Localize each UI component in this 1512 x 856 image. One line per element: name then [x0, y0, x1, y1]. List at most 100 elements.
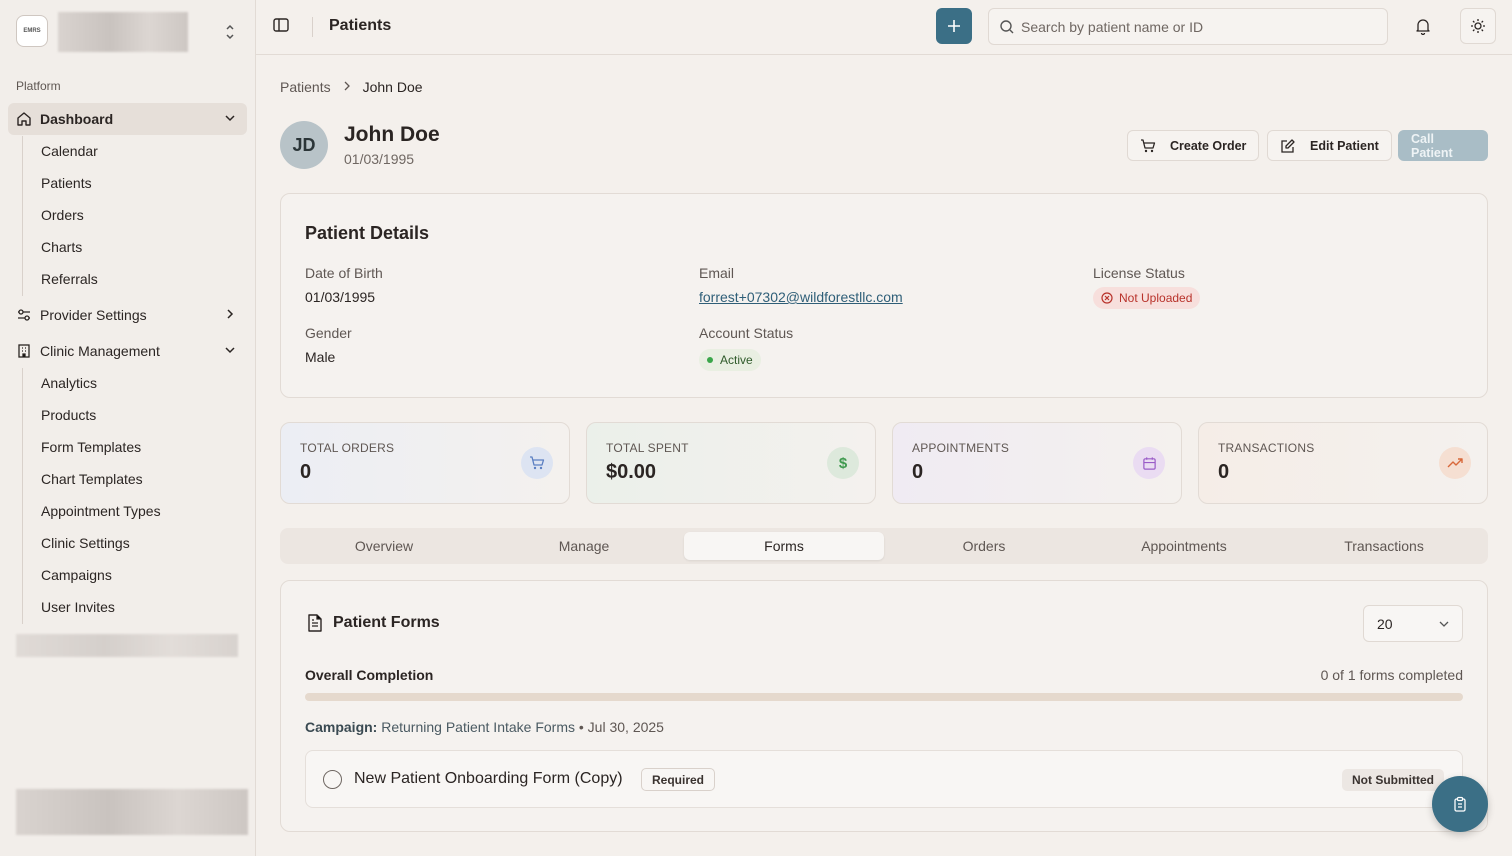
patient-details-title: Patient Details [305, 223, 430, 243]
search-icon [1000, 20, 1014, 34]
stat-value: $0.00 [606, 461, 657, 483]
sidebar-toggle-icon[interactable] [272, 16, 292, 36]
chevron-down-icon [1439, 621, 1449, 627]
completion-label: Overall Completion [305, 667, 434, 683]
call-patient-button[interactable]: Call Patient [1398, 130, 1488, 161]
dob-value: 01/03/1995 [305, 289, 376, 305]
required-badge: Required [641, 768, 716, 791]
dollar-icon: $ [827, 447, 859, 479]
account-status-badge: Active [699, 349, 761, 371]
license-status-text: Not Uploaded [1119, 291, 1193, 305]
stat-label: TRANSACTIONS [1218, 441, 1315, 455]
breadcrumb-patients-link[interactable]: Patients [280, 79, 331, 95]
account-status-text: Active [720, 353, 753, 367]
campaign-name: Returning Patient Intake Forms [381, 719, 575, 735]
page-size-select[interactable]: 20 [1363, 605, 1463, 642]
sidebar-item-charts[interactable]: Charts [23, 233, 223, 261]
cart-icon [1140, 138, 1156, 154]
sidebar-item-campaigns[interactable]: Campaigns [23, 561, 223, 589]
avatar: JD [280, 121, 328, 169]
divider [312, 17, 313, 37]
license-status-label: License Status [1093, 265, 1185, 281]
form-status-radio[interactable] [323, 770, 342, 789]
search-box [988, 8, 1388, 45]
stat-total-orders: TOTAL ORDERS 0 [280, 422, 570, 504]
org-logo: EMRS [16, 15, 48, 47]
stat-value: 0 [912, 461, 924, 483]
sidebar: EMRS Platform Dashboard Calendar Patient… [0, 0, 256, 856]
chevrons-up-down-icon[interactable] [222, 22, 238, 42]
chevron-right-icon[interactable] [223, 307, 237, 321]
plus-icon [948, 20, 960, 32]
tab-overview[interactable]: Overview [284, 532, 484, 560]
stat-label: TOTAL SPENT [606, 441, 689, 455]
completion-count: 0 of 1 forms completed [1320, 667, 1463, 683]
status-badge: Not Submitted [1342, 769, 1444, 791]
tab-transactions[interactable]: Transactions [1284, 532, 1484, 560]
tab-forms[interactable]: Forms [684, 532, 884, 560]
sidebar-item-appointment-types[interactable]: Appointment Types [23, 497, 223, 525]
clinic-management-submenu: Analytics Products Form Templates Chart … [22, 368, 161, 624]
calendar-icon [1133, 447, 1165, 479]
stat-value: 0 [1218, 461, 1230, 483]
sidebar-item-patients[interactable]: Patients [23, 169, 223, 197]
stat-total-spent: TOTAL SPENT $0.00 $ [586, 422, 876, 504]
campaign-info: Campaign: Returning Patient Intake Forms… [305, 719, 664, 735]
stat-value: 0 [300, 461, 312, 483]
cart-icon [521, 447, 553, 479]
email-link[interactable]: forrest+07302@wildforestllc.com [699, 289, 903, 305]
tab-appointments[interactable]: Appointments [1084, 532, 1284, 560]
edit-patient-button[interactable]: Edit Patient [1267, 130, 1392, 161]
chevron-down-icon[interactable] [223, 343, 237, 357]
sidebar-item-user-invites[interactable]: User Invites [23, 593, 223, 621]
sidebar-item-calendar[interactable]: Calendar [23, 137, 223, 165]
patient-tabs: Overview Manage Forms Orders Appointment… [280, 528, 1488, 564]
org-switcher[interactable]: EMRS [16, 12, 240, 52]
gender-label: Gender [305, 325, 352, 341]
create-order-button[interactable]: Create Order [1127, 130, 1260, 161]
account-status-label: Account Status [699, 325, 794, 341]
add-button[interactable] [936, 8, 972, 44]
tab-orders[interactable]: Orders [884, 532, 1084, 560]
sidebar-item-analytics[interactable]: Analytics [23, 369, 223, 397]
sidebar-item-dashboard[interactable]: Dashboard [8, 103, 247, 135]
patient-details-card: Patient Details Date of Birth 01/03/1995… [280, 193, 1488, 398]
sun-icon [1471, 19, 1485, 33]
email-label: Email [699, 265, 735, 281]
sidebar-item-form-templates[interactable]: Form Templates [23, 433, 223, 461]
form-name: New Patient Onboarding Form (Copy) [354, 770, 623, 787]
chevron-down-icon[interactable] [223, 111, 237, 125]
page-size-value: 20 [1377, 616, 1393, 632]
dob-label: Date of Birth [305, 265, 383, 281]
sidebar-item-chart-templates[interactable]: Chart Templates [23, 465, 223, 493]
dashboard-submenu: Calendar Patients Orders Charts Referral… [22, 136, 98, 296]
user-profile-redacted[interactable] [16, 789, 248, 835]
trending-up-icon [1439, 447, 1471, 479]
edit-icon [1280, 138, 1296, 154]
home-icon [16, 111, 32, 127]
sidebar-item-products[interactable]: Products [23, 401, 223, 429]
theme-toggle-button[interactable] [1460, 8, 1496, 44]
tab-manage[interactable]: Manage [484, 532, 684, 560]
gender-value: Male [305, 349, 336, 365]
clipboard-fab-button[interactable] [1432, 776, 1488, 832]
sidebar-item-clinic-management[interactable]: Clinic Management [8, 335, 247, 367]
sidebar-item-clinic-settings[interactable]: Clinic Settings [23, 529, 223, 557]
edit-patient-label: Edit Patient [1310, 138, 1379, 153]
campaign-date: • Jul 30, 2025 [578, 719, 664, 735]
search-input[interactable] [1021, 9, 1381, 44]
sliders-icon [16, 307, 32, 323]
org-name-redacted [58, 12, 188, 52]
sidebar-item-label: Dashboard [40, 111, 114, 127]
file-text-icon [308, 614, 322, 632]
bell-icon[interactable] [1414, 17, 1432, 36]
sidebar-item-orders[interactable]: Orders [23, 201, 223, 229]
patient-forms-card: Patient Forms 20 Overall Completion 0 of… [280, 580, 1488, 832]
form-list-item[interactable]: New Patient Onboarding Form (Copy) Requi… [305, 750, 1463, 808]
sidebar-item-referrals[interactable]: Referrals [23, 265, 223, 293]
sidebar-item-label: Clinic Management [40, 343, 160, 359]
sidebar-item-provider-settings[interactable]: Provider Settings [8, 299, 247, 331]
stat-transactions: TRANSACTIONS 0 [1198, 422, 1488, 504]
sidebar-section-label: Platform [16, 79, 61, 93]
page-title: Patients [329, 17, 392, 34]
